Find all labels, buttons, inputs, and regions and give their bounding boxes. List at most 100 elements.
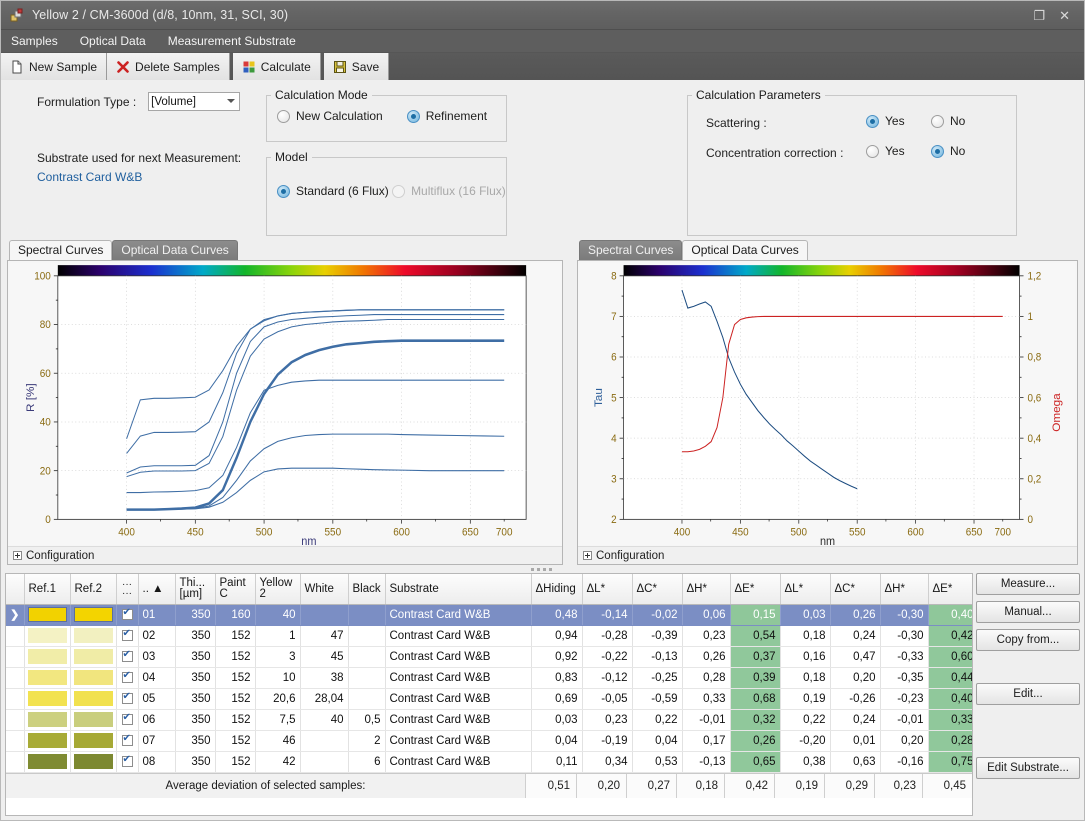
radio-refinement[interactable]: Refinement <box>406 109 487 123</box>
row-paint-c[interactable]: 152 <box>215 730 256 752</box>
row-checkbox-cell[interactable] <box>116 667 139 689</box>
row-black[interactable]: 2 <box>348 730 386 752</box>
row-yellow-2[interactable]: 42 <box>255 751 301 773</box>
row-marker[interactable] <box>6 751 25 773</box>
row-number[interactable]: 06 <box>138 709 176 731</box>
row-dc-1[interactable]: 0,22 <box>632 709 683 731</box>
row-marker[interactable] <box>6 646 25 668</box>
save-button[interactable]: Save <box>323 53 390 80</box>
row-dh-2[interactable]: -0,30 <box>880 625 929 647</box>
edit-button[interactable]: Edit... <box>976 683 1080 705</box>
row-dl-1[interactable]: -0,28 <box>582 625 633 647</box>
row-marker[interactable] <box>6 709 25 731</box>
row-dhiding[interactable]: 0,83 <box>531 667 583 689</box>
row-dc-2[interactable]: 0,24 <box>830 709 881 731</box>
row-number[interactable]: 01 <box>138 604 176 626</box>
col-thickness[interactable]: Thi... [µm] <box>175 574 216 605</box>
row-paint-c[interactable]: 152 <box>215 625 256 647</box>
row-dc-2[interactable]: 0,47 <box>830 646 881 668</box>
row-substrate[interactable]: Contrast Card W&B <box>385 751 532 773</box>
row-paint-c[interactable]: 152 <box>215 667 256 689</box>
table-row[interactable]: 043501521038Contrast Card W&B0,83-0,12-0… <box>6 667 972 689</box>
radio-standard-6-flux[interactable]: Standard (6 Flux) <box>277 184 389 198</box>
row-dh-1[interactable]: 0,26 <box>682 646 731 668</box>
checkbox-checked-icon[interactable] <box>121 733 133 746</box>
row-thickness[interactable]: 350 <box>175 667 216 689</box>
row-dl-2[interactable]: 0,03 <box>780 604 831 626</box>
row-dl-1[interactable]: 0,34 <box>582 751 633 773</box>
row-dl-2[interactable]: 0,22 <box>780 709 831 731</box>
row-paint-c[interactable]: 160 <box>215 604 256 626</box>
row-checkbox-cell[interactable] <box>116 604 139 626</box>
edit-substrate-button[interactable]: Edit Substrate... <box>976 757 1080 779</box>
col-white[interactable]: White <box>300 574 349 605</box>
row-black[interactable] <box>348 646 386 668</box>
row-white[interactable] <box>300 730 349 752</box>
row-white[interactable] <box>300 604 349 626</box>
row-substrate[interactable]: Contrast Card W&B <box>385 625 532 647</box>
row-checkbox-cell[interactable] <box>116 688 139 710</box>
col-dhiding[interactable]: ΔHiding <box>531 574 583 605</box>
row-yellow-2[interactable]: 40 <box>255 604 301 626</box>
row-dc-1[interactable]: 0,04 <box>632 730 683 752</box>
row-dhiding[interactable]: 0,48 <box>531 604 583 626</box>
row-dc-1[interactable]: -0,25 <box>632 667 683 689</box>
row-dh-2[interactable]: 0,20 <box>880 730 929 752</box>
col-yellow-2[interactable]: Yellow 2 <box>255 574 301 605</box>
col-substrate[interactable]: Substrate <box>385 574 532 605</box>
checkbox-checked-icon[interactable] <box>121 607 133 620</box>
row-black[interactable] <box>348 688 386 710</box>
row-white[interactable]: 38 <box>300 667 349 689</box>
row-yellow-2[interactable]: 1 <box>255 625 301 647</box>
row-de-2[interactable]: 0,44 <box>928 667 972 689</box>
expand-plus-icon-left[interactable] <box>13 551 22 560</box>
col-paint-c[interactable]: Paint C <box>215 574 256 605</box>
table-row[interactable]: 03350152345Contrast Card W&B0,92-0,22-0,… <box>6 646 972 668</box>
col-de-2[interactable]: ΔE* <box>928 574 972 605</box>
concentration-correction-no-radio[interactable]: No <box>931 144 965 158</box>
row-yellow-2[interactable]: 7,5 <box>255 709 301 731</box>
calculate-button[interactable]: Calculate <box>232 53 321 80</box>
checkbox-checked-icon[interactable] <box>121 754 133 767</box>
tab-spectral-curves-left[interactable]: Spectral Curves <box>9 240 113 260</box>
table-row[interactable]: 0835015242 6Contrast Card W&B0,110,340,53… <box>6 751 972 773</box>
row-number[interactable]: 02 <box>138 625 176 647</box>
tab-optical-data-curves-right[interactable]: Optical Data Curves <box>682 240 808 260</box>
row-yellow-2[interactable]: 46 <box>255 730 301 752</box>
row-dl-2[interactable]: 0,18 <box>780 625 831 647</box>
checkbox-checked-icon[interactable] <box>121 670 133 683</box>
row-number[interactable]: 04 <box>138 667 176 689</box>
checkbox-checked-icon[interactable] <box>121 649 133 662</box>
col-number[interactable]: .. ▲ <box>138 574 176 605</box>
row-yellow-2[interactable]: 20,6 <box>255 688 301 710</box>
row-black[interactable]: 0,5 <box>348 709 386 731</box>
row-de-2[interactable]: 0,40 <box>928 604 972 626</box>
row-yellow-2[interactable]: 3 <box>255 646 301 668</box>
row-dh-2[interactable]: -0,30 <box>880 604 929 626</box>
table-row[interactable]: 0535015220,628,04Contrast Card W&B0,69-0… <box>6 688 972 710</box>
row-dh-1[interactable]: 0,33 <box>682 688 731 710</box>
row-dh-1[interactable]: 0,23 <box>682 625 731 647</box>
row-substrate[interactable]: Contrast Card W&B <box>385 730 532 752</box>
row-yellow-2[interactable]: 10 <box>255 667 301 689</box>
row-de-1[interactable]: 0,65 <box>730 751 781 773</box>
row-paint-c[interactable]: 152 <box>215 709 256 731</box>
row-dl-1[interactable]: -0,12 <box>582 667 633 689</box>
tab-spectral-curves-right[interactable]: Spectral Curves <box>579 240 683 260</box>
row-de-1[interactable]: 0,68 <box>730 688 781 710</box>
close-icon[interactable]: ✕ <box>1059 9 1070 22</box>
row-dh-1[interactable]: 0,17 <box>682 730 731 752</box>
row-de-2[interactable]: 0,42 <box>928 625 972 647</box>
col-de-1[interactable]: ΔE* <box>730 574 781 605</box>
col-ref2[interactable]: Ref.2 <box>70 574 117 605</box>
scattering-no-radio[interactable]: No <box>931 114 965 128</box>
row-thickness[interactable]: 350 <box>175 688 216 710</box>
row-dh-1[interactable]: -0,01 <box>682 709 731 731</box>
formulation-type-combo[interactable]: [Volume] <box>148 92 241 111</box>
row-dl-2[interactable]: -0,20 <box>780 730 831 752</box>
col-dc-2[interactable]: ΔC* <box>830 574 881 605</box>
row-de-1[interactable]: 0,37 <box>730 646 781 668</box>
row-de-2[interactable]: 0,75 <box>928 751 972 773</box>
minimize-icon[interactable]: ❐ <box>1033 9 1045 22</box>
row-dc-2[interactable]: 0,63 <box>830 751 881 773</box>
